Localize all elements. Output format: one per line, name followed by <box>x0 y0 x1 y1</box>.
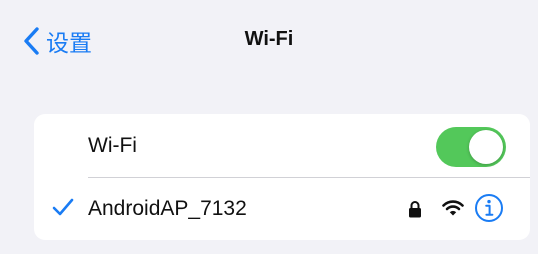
navigation-bar: 设置 Wi-Fi <box>0 0 538 84</box>
page-title: Wi-Fi <box>244 28 294 50</box>
wifi-toggle-label: Wi-Fi <box>88 133 137 157</box>
info-icon[interactable] <box>474 193 504 223</box>
checkmark-icon <box>52 198 74 216</box>
network-name: AndroidAP_7132 <box>88 196 247 220</box>
network-row[interactable]: AndroidAP_7132 <box>34 177 530 240</box>
wifi-settings-group: Wi-Fi AndroidAP_7132 <box>34 114 530 240</box>
wifi-signal-icon <box>442 200 464 216</box>
wifi-toggle-switch[interactable] <box>436 127 506 167</box>
toggle-knob <box>469 130 503 164</box>
lock-icon <box>409 201 421 218</box>
wifi-toggle-row: Wi-Fi <box>34 114 530 177</box>
